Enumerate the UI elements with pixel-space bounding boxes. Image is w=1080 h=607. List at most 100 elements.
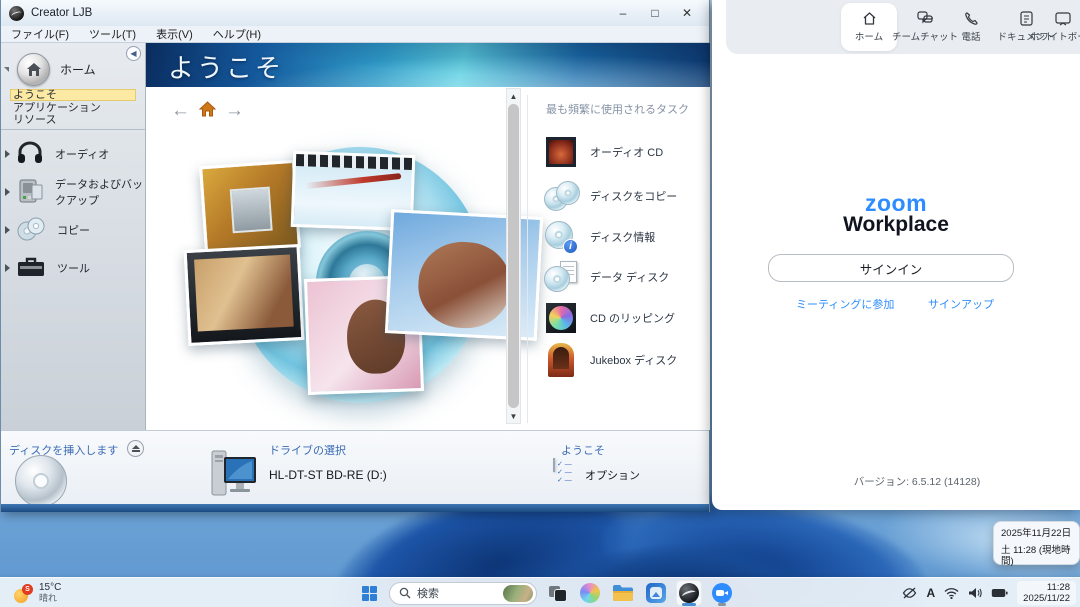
zoom-logo: zoom <box>712 192 1080 214</box>
back-button[interactable]: ← <box>171 102 190 120</box>
windows-logo-icon <box>362 586 377 601</box>
zoom-icon <box>712 583 732 603</box>
phone-icon <box>964 11 979 26</box>
task-copy-disc[interactable]: ディスクをコピー <box>544 177 710 215</box>
audio-cd-icon <box>544 135 578 169</box>
window-bottom-edge <box>1 504 709 512</box>
maximize-button[interactable]: □ <box>639 0 671 26</box>
computer-icon[interactable] <box>208 449 260 502</box>
chat-icon <box>917 11 933 26</box>
home-nav-button[interactable] <box>199 101 216 120</box>
zoom-app-button[interactable] <box>709 580 735 606</box>
copilot-button[interactable] <box>577 580 603 606</box>
task-data-disc[interactable]: データ ディスク <box>544 258 710 296</box>
forward-button[interactable]: → <box>225 102 244 120</box>
close-button[interactable]: ✕ <box>671 0 703 26</box>
collage-photo <box>184 244 305 346</box>
active-app-indicator <box>682 603 696 606</box>
weather-widget[interactable]: S 15°C 晴れ <box>8 580 67 606</box>
ime-mode-button[interactable]: A <box>926 586 935 600</box>
options-button[interactable]: オプション <box>585 467 640 483</box>
scroll-up-button[interactable]: ▲ <box>507 89 520 103</box>
task-view-icon <box>549 586 566 601</box>
sidebar-item-home[interactable]: ホーム <box>1 49 145 89</box>
menu-tools[interactable]: ツール(T) <box>89 26 136 42</box>
sidebar: ◀ ホーム ようこそ アプリケーション リソース オーディオ データおよびバック… <box>1 43 146 430</box>
toolbox-icon <box>16 255 46 282</box>
weather-sun-icon: S <box>14 584 33 603</box>
search-highlight-image[interactable] <box>503 585 533 602</box>
content-area: ← → ▲ ▼ 最も頻繁に使用されるタスク オーディオ CD <box>146 87 710 430</box>
disc-info-icon: i <box>544 220 578 254</box>
popup-time: 土 11:28 (現地時間) <box>1001 545 1072 567</box>
window-title: Creator LJB <box>31 7 92 19</box>
sidebar-item-tools[interactable]: ツール <box>1 249 145 287</box>
drive-status-bar: ディスクを挿入します ドライブの選択 HL-DT-ST BD-RE (D:) よ… <box>1 430 709 504</box>
search-input[interactable]: 検索 <box>389 582 537 605</box>
collage-photo <box>199 160 301 254</box>
weather-temp: 15°C <box>39 583 61 593</box>
scroll-down-button[interactable]: ▼ <box>507 409 520 423</box>
hidden-icons-button[interactable] <box>902 587 917 599</box>
running-app-indicator <box>718 603 726 606</box>
disc-icon <box>15 455 67 507</box>
copy-disc-icon <box>544 179 578 213</box>
clock-popup: 2025年11月22日 土 11:28 (現地時間) <box>993 521 1080 565</box>
tab-home[interactable]: ホーム <box>841 3 897 51</box>
search-icon <box>399 587 411 599</box>
sidebar-item-resources[interactable]: リソース <box>10 114 140 126</box>
taskbar-clock[interactable]: 11:28 2025/11/22 <box>1017 581 1076 605</box>
menu-help[interactable]: ヘルプ(H) <box>213 26 261 42</box>
tab-phone[interactable]: 電話 <box>948 3 994 51</box>
sidebar-item-audio[interactable]: オーディオ <box>1 135 145 173</box>
home-icon <box>17 53 50 86</box>
task-view-button[interactable] <box>544 580 570 606</box>
whiteboard-icon <box>1055 12 1071 26</box>
sidebar-nav-list: ようこそ アプリケーション リソース <box>10 89 140 127</box>
volume-icon[interactable] <box>968 587 982 599</box>
task-disc-info[interactable]: i ディスク情報 <box>544 218 710 256</box>
zoom-brand: zoom Workplace <box>712 192 1080 236</box>
workplace-logo: Workplace <box>712 214 1080 236</box>
folder-icon <box>612 584 634 602</box>
eject-button[interactable] <box>127 440 144 457</box>
start-button[interactable] <box>356 580 382 606</box>
tab-whiteboard[interactable]: ホワイトボード <box>1031 3 1080 51</box>
creator-window: Creator LJB – □ ✕ ファイル(F) ツール(T) 表示(V) ヘ… <box>0 0 710 512</box>
clock-date: 2025/11/22 <box>1023 593 1070 604</box>
battery-icon[interactable] <box>991 588 1008 598</box>
sidebar-item-data-backup[interactable]: データおよびバックアップ <box>1 173 145 211</box>
vertical-scrollbar[interactable]: ▲ ▼ <box>506 88 521 424</box>
file-explorer-button[interactable] <box>610 580 636 606</box>
drive-select-label: ドライブの選択 <box>269 442 346 458</box>
sidebar-item-copy[interactable]: コピー <box>1 211 145 249</box>
insert-disc-label: ディスクを挿入します <box>9 442 118 458</box>
popup-date: 2025年11月22日 <box>1001 528 1072 539</box>
sidebar-item-applications[interactable]: アプリケーション <box>10 102 140 114</box>
menu-file[interactable]: ファイル(F) <box>11 26 69 42</box>
sidebar-item-welcome[interactable]: ようこそ <box>10 89 136 101</box>
photos-app-button[interactable] <box>643 580 669 606</box>
copy-discs-icon <box>16 216 46 245</box>
welcome-banner: ようこそ <box>146 43 710 87</box>
drive-name[interactable]: HL-DT-ST BD-RE (D:) <box>269 468 387 482</box>
options-icon[interactable] <box>553 458 555 472</box>
join-meeting-link[interactable]: ミーティングに参加 <box>796 296 894 312</box>
headphones-icon <box>16 140 44 169</box>
creator-icon <box>679 583 699 603</box>
zoom-tab-bar: ホーム チームチャット 電話 ドキュメント ホワイトボード <box>726 0 1080 54</box>
sign-up-link[interactable]: サインアップ <box>928 296 994 312</box>
menu-view[interactable]: 表示(V) <box>156 26 193 42</box>
task-cd-rip[interactable]: CD のリッピング <box>544 299 710 337</box>
sign-in-button[interactable]: サインイン <box>768 254 1014 282</box>
task-jukebox-disc[interactable]: Jukebox ディスク <box>544 341 710 379</box>
task-audio-cd[interactable]: オーディオ CD <box>544 133 710 171</box>
welcome-collage-image <box>164 135 494 420</box>
wifi-icon[interactable] <box>944 587 959 599</box>
creator-titlebar[interactable]: Creator LJB <box>1 0 709 26</box>
home-icon <box>862 11 877 26</box>
weather-condition: 晴れ <box>39 593 61 603</box>
creator-app-button[interactable] <box>676 580 702 606</box>
scrollbar-thumb[interactable] <box>508 104 519 408</box>
minimize-button[interactable]: – <box>607 0 639 26</box>
